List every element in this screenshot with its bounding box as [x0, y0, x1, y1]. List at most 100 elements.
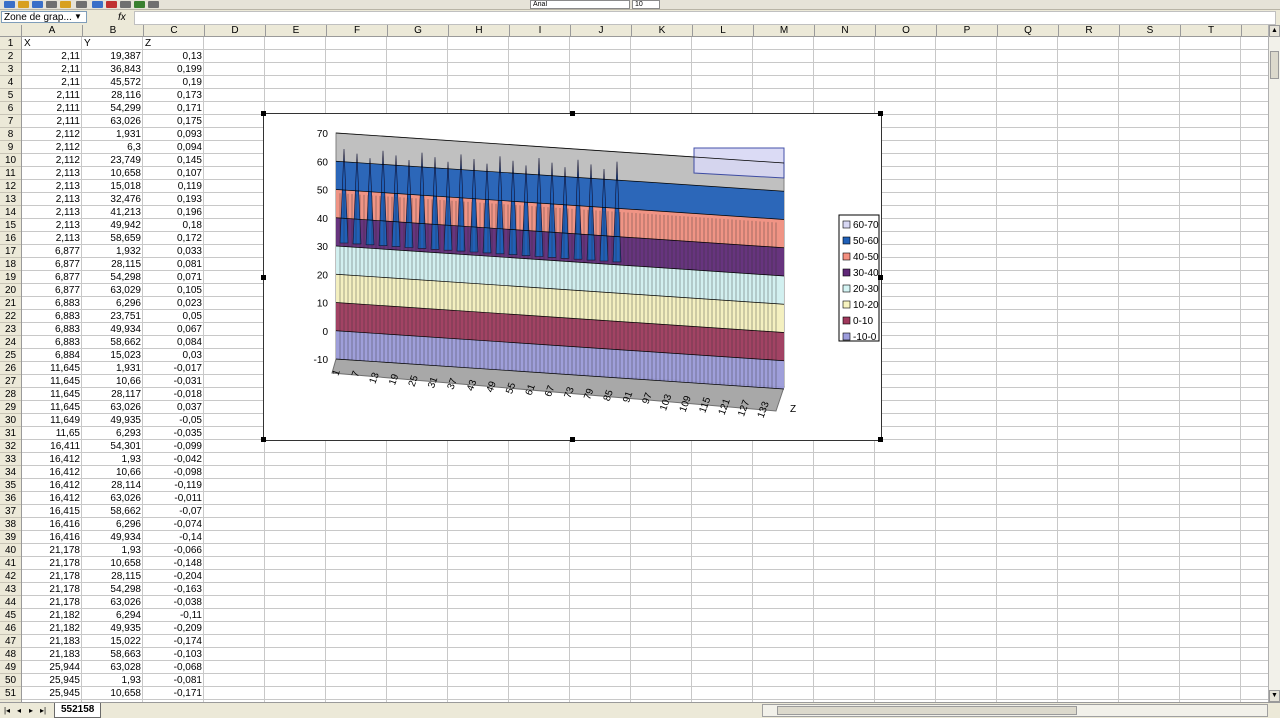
italic-icon[interactable] — [92, 1, 103, 8]
table-cell[interactable]: 1,931 — [82, 362, 143, 375]
table-cell[interactable]: 58,659 — [82, 232, 143, 245]
column-header[interactable]: A — [22, 25, 83, 36]
table-cell[interactable]: -0,011 — [143, 492, 204, 505]
header-cell[interactable]: Z — [143, 37, 204, 50]
table-cell[interactable]: 0,071 — [143, 271, 204, 284]
table-cell[interactable]: -0,103 — [143, 648, 204, 661]
table-cell[interactable]: -0,066 — [143, 544, 204, 557]
header-cell[interactable]: Y — [82, 37, 143, 50]
row-header[interactable]: 49 — [0, 661, 21, 674]
table-cell[interactable]: -0,148 — [143, 557, 204, 570]
table-cell[interactable]: -0,081 — [143, 674, 204, 687]
column-header[interactable]: G — [388, 25, 449, 36]
table-cell[interactable]: 58,663 — [82, 648, 143, 661]
table-cell[interactable]: 11,645 — [22, 401, 82, 414]
scroll-up-icon[interactable]: ▲ — [1269, 25, 1280, 37]
row-header[interactable]: 23 — [0, 323, 21, 336]
table-cell[interactable]: 6,877 — [22, 245, 82, 258]
table-cell[interactable]: 6,883 — [22, 297, 82, 310]
row-header[interactable]: 38 — [0, 518, 21, 531]
table-cell[interactable]: 2,111 — [22, 102, 82, 115]
resize-handle[interactable] — [878, 275, 883, 280]
column-header[interactable]: T — [1181, 25, 1242, 36]
table-cell[interactable]: 15,023 — [82, 349, 143, 362]
column-header[interactable]: P — [937, 25, 998, 36]
row-header[interactable]: 8 — [0, 128, 21, 141]
table-cell[interactable]: 0,081 — [143, 258, 204, 271]
row-header[interactable]: 7 — [0, 115, 21, 128]
row-header[interactable]: 19 — [0, 271, 21, 284]
row-header[interactable]: 3 — [0, 63, 21, 76]
table-cell[interactable]: 54,301 — [82, 440, 143, 453]
table-cell[interactable]: 6,877 — [22, 284, 82, 297]
table-cell[interactable]: 2,111 — [22, 89, 82, 102]
scroll-down-icon[interactable]: ▼ — [1269, 690, 1280, 702]
row-header[interactable]: 37 — [0, 505, 21, 518]
table-cell[interactable]: 6,883 — [22, 310, 82, 323]
row-header[interactable]: 14 — [0, 206, 21, 219]
row-header[interactable]: 4 — [0, 76, 21, 89]
function-icon[interactable]: fx — [118, 11, 126, 24]
table-cell[interactable]: 0,171 — [143, 102, 204, 115]
table-cell[interactable]: 6,296 — [82, 297, 143, 310]
table-cell[interactable]: 21,178 — [22, 570, 82, 583]
table-cell[interactable]: 6,296 — [82, 518, 143, 531]
table-cell[interactable]: 0,172 — [143, 232, 204, 245]
table-cell[interactable]: -0,038 — [143, 596, 204, 609]
table-cell[interactable]: 6,3 — [82, 141, 143, 154]
table-cell[interactable]: 6,883 — [22, 323, 82, 336]
column-header[interactable]: R — [1059, 25, 1120, 36]
next-sheet-icon[interactable]: ▸ — [26, 705, 36, 716]
row-header[interactable]: 18 — [0, 258, 21, 271]
table-cell[interactable]: 0,193 — [143, 193, 204, 206]
table-cell[interactable]: -0,07 — [143, 505, 204, 518]
horizontal-scroll-thumb[interactable] — [777, 706, 1077, 715]
row-header[interactable]: 39 — [0, 531, 21, 544]
row-header[interactable]: 36 — [0, 492, 21, 505]
table-cell[interactable]: -0,074 — [143, 518, 204, 531]
table-cell[interactable]: 28,114 — [82, 479, 143, 492]
table-cell[interactable]: -0,017 — [143, 362, 204, 375]
row-header[interactable]: 2 — [0, 50, 21, 63]
table-cell[interactable]: 21,178 — [22, 596, 82, 609]
table-cell[interactable]: 11,645 — [22, 375, 82, 388]
row-header[interactable]: 51 — [0, 687, 21, 700]
column-header[interactable]: B — [83, 25, 144, 36]
row-header[interactable]: 50 — [0, 674, 21, 687]
table-cell[interactable]: 49,942 — [82, 219, 143, 232]
row-header[interactable]: 43 — [0, 583, 21, 596]
vertical-scrollbar[interactable]: ▲ ▼ — [1268, 25, 1280, 702]
table-cell[interactable]: 16,412 — [22, 466, 82, 479]
table-cell[interactable]: -0,042 — [143, 453, 204, 466]
table-cell[interactable]: -0,035 — [143, 427, 204, 440]
column-header[interactable]: K — [632, 25, 693, 36]
resize-handle[interactable] — [570, 111, 575, 116]
table-cell[interactable]: 54,298 — [82, 271, 143, 284]
table-cell[interactable]: 6,883 — [22, 336, 82, 349]
table-cell[interactable]: 0,196 — [143, 206, 204, 219]
resize-handle[interactable] — [261, 111, 266, 116]
last-sheet-icon[interactable]: ▸| — [38, 705, 48, 716]
table-cell[interactable]: 23,751 — [82, 310, 143, 323]
table-cell[interactable]: 1,931 — [82, 128, 143, 141]
table-cell[interactable]: 63,026 — [82, 596, 143, 609]
table-cell[interactable]: 16,415 — [22, 505, 82, 518]
column-header[interactable]: I — [510, 25, 571, 36]
table-cell[interactable]: -0,05 — [143, 414, 204, 427]
row-header[interactable]: 35 — [0, 479, 21, 492]
table-cell[interactable]: 23,749 — [82, 154, 143, 167]
row-header[interactable]: 31 — [0, 427, 21, 440]
table-cell[interactable]: 49,934 — [82, 531, 143, 544]
table-cell[interactable]: 58,662 — [82, 505, 143, 518]
table-cell[interactable]: 0,037 — [143, 401, 204, 414]
table-cell[interactable]: 2,113 — [22, 167, 82, 180]
table-cell[interactable]: 21,182 — [22, 622, 82, 635]
select-all-corner[interactable] — [0, 25, 22, 36]
row-header[interactable]: 27 — [0, 375, 21, 388]
table-cell[interactable]: 32,476 — [82, 193, 143, 206]
prev-sheet-icon[interactable]: ◂ — [14, 705, 24, 716]
table-cell[interactable]: 1,932 — [82, 245, 143, 258]
table-cell[interactable]: 0,067 — [143, 323, 204, 336]
row-header[interactable]: 6 — [0, 102, 21, 115]
table-cell[interactable]: -0,031 — [143, 375, 204, 388]
